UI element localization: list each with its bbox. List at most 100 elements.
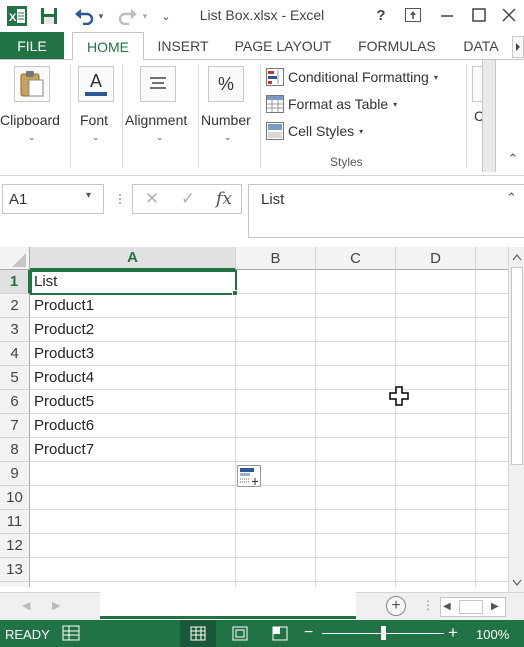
cell-b11[interactable] — [236, 510, 316, 534]
cell-c13[interactable] — [316, 558, 396, 582]
name-box-dropdown-icon[interactable]: ▾ — [86, 190, 91, 201]
cell-partial-1[interactable] — [476, 270, 510, 294]
cell-d9[interactable] — [396, 462, 476, 486]
vertical-scrollbar[interactable] — [508, 247, 524, 592]
cell-b5[interactable] — [236, 366, 316, 390]
cell-c11[interactable] — [316, 510, 396, 534]
cell-a2[interactable]: Product1 — [30, 294, 236, 318]
scroll-right-icon[interactable]: ▶ — [491, 601, 499, 612]
column-header-partial[interactable] — [476, 247, 510, 270]
cell-a8[interactable]: Product7 — [30, 438, 236, 462]
cell-partial-9[interactable] — [476, 462, 510, 486]
cell-c3[interactable] — [316, 318, 396, 342]
cell-b1[interactable] — [236, 270, 316, 294]
cell-c12[interactable] — [316, 534, 396, 558]
page-layout-view-button[interactable] — [228, 620, 252, 647]
cell-a6[interactable]: Product5 — [30, 390, 236, 414]
sheet-prev-icon[interactable]: ◀ — [22, 599, 30, 612]
cell-c1[interactable] — [316, 270, 396, 294]
font-group[interactable]: A Font ⌄ — [72, 64, 122, 164]
cell-c6[interactable] — [316, 390, 396, 414]
cell-b8[interactable] — [236, 438, 316, 462]
cell-styles-button[interactable]: Cell Styles ▾ — [266, 120, 363, 142]
cell-a9[interactable] — [30, 462, 236, 486]
scroll-up-icon[interactable] — [511, 251, 523, 263]
sheet-tab[interactable] — [100, 592, 356, 619]
cell-a7[interactable]: Product6 — [30, 414, 236, 438]
column-header-a[interactable]: A — [30, 247, 236, 270]
cell-partial-11[interactable] — [476, 510, 510, 534]
cell-d2[interactable] — [396, 294, 476, 318]
cell-d7[interactable] — [396, 414, 476, 438]
row-header-13[interactable]: 13 — [0, 558, 30, 582]
sheetbar-splitter-icon[interactable]: ⋮ — [422, 598, 434, 612]
cell-b6[interactable] — [236, 390, 316, 414]
cell-partial-13[interactable] — [476, 558, 510, 582]
cell-d8[interactable] — [396, 438, 476, 462]
cell-b12[interactable] — [236, 534, 316, 558]
cell-c7[interactable] — [316, 414, 396, 438]
row-header-3[interactable]: 3 — [0, 318, 30, 342]
fill-handle[interactable] — [232, 290, 238, 296]
row-header-1[interactable]: 1 — [0, 270, 30, 294]
format-as-table-button[interactable]: Format as Table ▾ — [266, 93, 397, 115]
horizontal-scrollbar[interactable]: ◀ ▶ — [440, 597, 506, 617]
cell-a3[interactable]: Product2 — [30, 318, 236, 342]
cell-b4[interactable] — [236, 342, 316, 366]
zoom-out-button[interactable]: − — [304, 624, 313, 642]
scroll-thumb[interactable] — [511, 267, 523, 465]
list-box-control-icon[interactable] — [237, 465, 261, 487]
cell-c4[interactable] — [316, 342, 396, 366]
cell-partial-2[interactable] — [476, 294, 510, 318]
row-header-2[interactable]: 2 — [0, 294, 30, 318]
help-button[interactable]: ? — [366, 4, 396, 26]
cell-b7[interactable] — [236, 414, 316, 438]
row-header-5[interactable]: 5 — [0, 366, 30, 390]
scroll-down-icon[interactable] — [511, 575, 523, 587]
cell-d13[interactable] — [396, 558, 476, 582]
cell-a13[interactable] — [30, 558, 236, 582]
collapse-ribbon-icon[interactable]: ⌃ — [506, 151, 520, 166]
cell-d12[interactable] — [396, 534, 476, 558]
cell-d4[interactable] — [396, 342, 476, 366]
row-header-8[interactable]: 8 — [0, 438, 30, 462]
row-header-12[interactable]: 12 — [0, 534, 30, 558]
cell-c10[interactable] — [316, 486, 396, 510]
maximize-button[interactable] — [464, 4, 494, 26]
formula-input[interactable]: List — [248, 184, 524, 238]
tab-page-layout[interactable]: PAGE LAYOUT — [224, 32, 342, 60]
cell-partial-7[interactable] — [476, 414, 510, 438]
select-all-corner[interactable] — [0, 247, 30, 270]
cell-a14[interactable] — [30, 582, 236, 587]
horizontal-scroll-thumb[interactable] — [459, 600, 483, 614]
clipboard-group[interactable]: Clipboard ⌄ — [0, 64, 68, 164]
new-sheet-button[interactable]: + — [386, 596, 406, 616]
column-header-d[interactable]: D — [396, 247, 476, 270]
page-break-view-button[interactable] — [268, 620, 292, 647]
ribbon-scroll-strip[interactable] — [482, 60, 496, 172]
cell-d10[interactable] — [396, 486, 476, 510]
cell-partial-8[interactable] — [476, 438, 510, 462]
ribbon-display-options-icon[interactable] — [398, 4, 428, 26]
cell-a11[interactable] — [30, 510, 236, 534]
zoom-slider-thumb[interactable] — [381, 626, 386, 640]
number-group[interactable]: % Number ⌄ — [200, 64, 258, 164]
cell-partial-5[interactable] — [476, 366, 510, 390]
cell-c5[interactable] — [316, 366, 396, 390]
tab-data[interactable]: DATA — [452, 32, 510, 60]
cell-d3[interactable] — [396, 318, 476, 342]
column-header-c[interactable]: C — [316, 247, 396, 270]
cancel-icon[interactable]: ✕ — [140, 188, 164, 210]
cell-d11[interactable] — [396, 510, 476, 534]
tab-insert[interactable]: INSERT — [150, 32, 216, 60]
insert-function-icon[interactable]: fx — [210, 188, 238, 210]
cell-b13[interactable] — [236, 558, 316, 582]
cell-d1[interactable] — [396, 270, 476, 294]
expand-formula-bar-icon[interactable]: ⌃ — [506, 190, 517, 206]
row-header-10[interactable]: 10 — [0, 486, 30, 510]
column-header-b[interactable]: B — [236, 247, 316, 270]
cell-partial-14[interactable] — [476, 582, 510, 587]
cell-a5[interactable]: Product4 — [30, 366, 236, 390]
cell-partial-10[interactable] — [476, 486, 510, 510]
macro-record-icon[interactable] — [62, 625, 80, 641]
